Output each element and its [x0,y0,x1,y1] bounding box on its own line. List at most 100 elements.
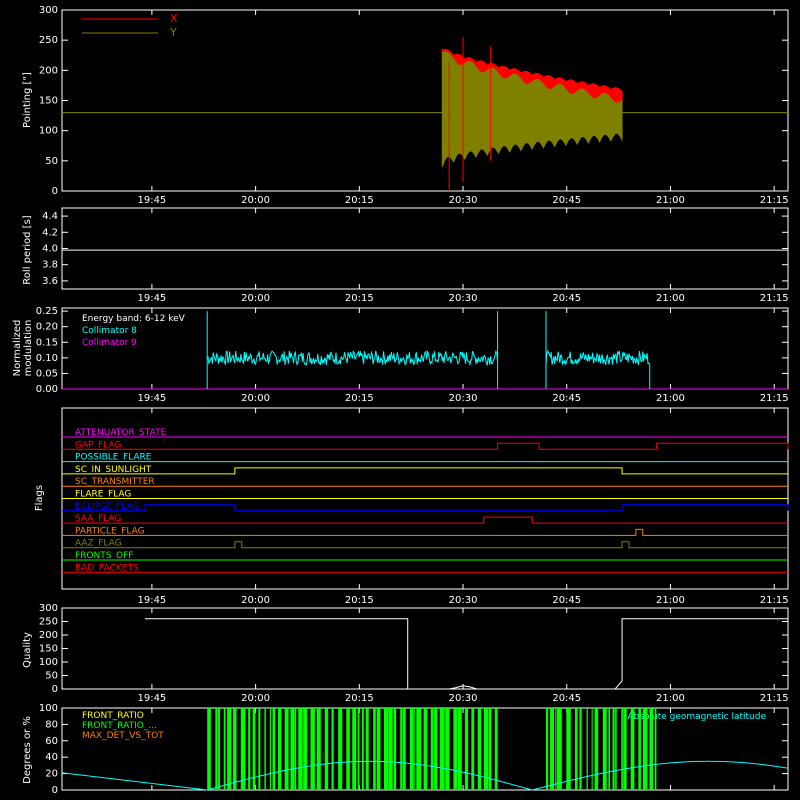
time-tick-label: 20:15 [345,595,374,606]
front-ratio-bar [393,708,397,790]
front-ratio-bar [439,708,445,790]
time-tick-label: 20:15 [345,393,374,404]
time-tick-label: 21:15 [760,595,789,606]
figure: Pointing ["] Roll period [s] Normalized … [0,0,800,800]
y-tick-label: 0 [52,785,58,796]
y-tick-label: 3.6 [42,276,58,287]
front-ratio-bar [602,708,607,790]
front-ratio-bar [621,708,623,790]
y-tick-label: 250 [39,617,58,628]
y-tick-label: 50 [45,671,58,682]
front-ratio-bar [346,708,350,790]
front-ratio-bar [324,708,329,790]
y-tick-label: 300 [39,603,58,614]
front-ratio-bar [457,708,462,790]
y-tick-label: 4.0 [42,244,58,255]
front-ratio-bar [290,708,295,790]
front-ratio-bar [494,708,498,790]
front-ratio-bar [227,708,232,790]
time-tick-label: 21:15 [760,393,789,404]
y-tick-label: 0.10 [36,353,58,364]
front-ratio-bar [402,708,406,790]
front-ratio-bar [445,708,450,790]
time-tick-label: 21:15 [760,293,789,304]
y-tick-label: 40 [45,752,58,763]
front-ratio-bar [248,708,251,790]
y-tick-label: 300 [39,5,58,16]
front-ratio-bar [269,708,271,790]
front-ratio-bar [352,708,357,790]
front-ratio-bar [409,708,414,790]
front-ratio-bar [430,708,434,790]
front-ratio-bar [642,708,648,790]
time-tick-label: 20:15 [345,693,374,704]
time-tick-label: 21:00 [656,393,685,404]
front-ratio-bar [218,708,220,790]
legend-y-label: Y [169,26,177,39]
front-ratio-bar [388,708,393,790]
front-ratio-bar [453,708,457,790]
y-tick-label: 150 [39,644,58,655]
y-tick-label: 100 [39,703,58,714]
front-ratio-bar [284,708,289,790]
time-tick-label: 20:00 [241,195,270,206]
y-tick-label: 0.00 [36,384,58,395]
front-ratio-bar [556,708,562,790]
front-ratio-bar [264,708,266,790]
front-ratio-bar [555,708,557,790]
time-tick-label: 21:00 [656,195,685,206]
front-ratio-bar [423,708,428,790]
front-ratio-bar [361,708,364,790]
time-tick-label: 19:45 [137,195,166,206]
front-ratio-bar [413,708,415,790]
front-ratio-bar [240,708,246,790]
time-tick-label: 20:45 [552,293,581,304]
front-ratio-bar [586,708,588,790]
front-ratio-bar [365,708,369,790]
time-tick-label: 20:15 [345,195,374,206]
y-tick-label: 3.8 [42,260,58,271]
time-tick-label: 19:45 [137,393,166,404]
y-tick-label: 0.05 [36,368,58,379]
legend-front-ratio-2: FRONT_RATIO_... [82,721,157,731]
front-ratio-bar [316,708,321,790]
legend-x-label: X [170,12,178,25]
front-ratio-bar [591,708,593,790]
front-ratio-bar [416,708,422,790]
front-ratio-bar [477,708,482,790]
time-tick-label: 20:45 [552,195,581,206]
legend-collimator-8: Collimator 8 [82,326,137,336]
time-tick-label: 21:15 [760,693,789,704]
time-tick-label: 21:00 [656,693,685,704]
front-ratio-bar [638,708,641,790]
fronts-ylabel: Degrees or % [22,716,33,784]
front-ratio-bar [331,708,334,790]
front-ratio-bar [215,708,218,790]
time-tick-label: 20:00 [241,595,270,606]
time-tick-label: 20:30 [449,293,478,304]
time-tick-label: 20:30 [449,195,478,206]
front-ratio-bar [488,708,492,790]
y-tick-label: 0.20 [36,322,58,333]
time-tick-label: 20:15 [345,293,374,304]
y-tick-label: 0 [52,186,58,197]
y-tick-label: 4.2 [42,227,58,238]
front-ratio-bar [630,708,635,790]
front-ratio-bar [294,708,297,790]
front-ratio-bar [594,708,599,790]
time-tick-label: 20:00 [241,293,270,304]
front-ratio-bar [574,708,578,790]
time-tick-label: 21:00 [656,595,685,606]
time-tick-label: 20:30 [449,693,478,704]
y-tick-label: 80 [45,719,58,730]
front-ratio-bar [310,708,315,790]
front-ratio-bar [654,708,657,790]
front-ratio-bar [566,708,571,790]
y-tick-label: 0.25 [36,306,58,317]
time-tick-label: 20:00 [241,393,270,404]
legend-geomagnetic-latitude: Absolute geomagnetic latitude [627,712,766,722]
front-ratio-bar [471,708,475,790]
front-ratio-bar [357,708,360,790]
y-tick-label: 100 [39,657,58,668]
time-tick-label: 20:30 [449,393,478,404]
